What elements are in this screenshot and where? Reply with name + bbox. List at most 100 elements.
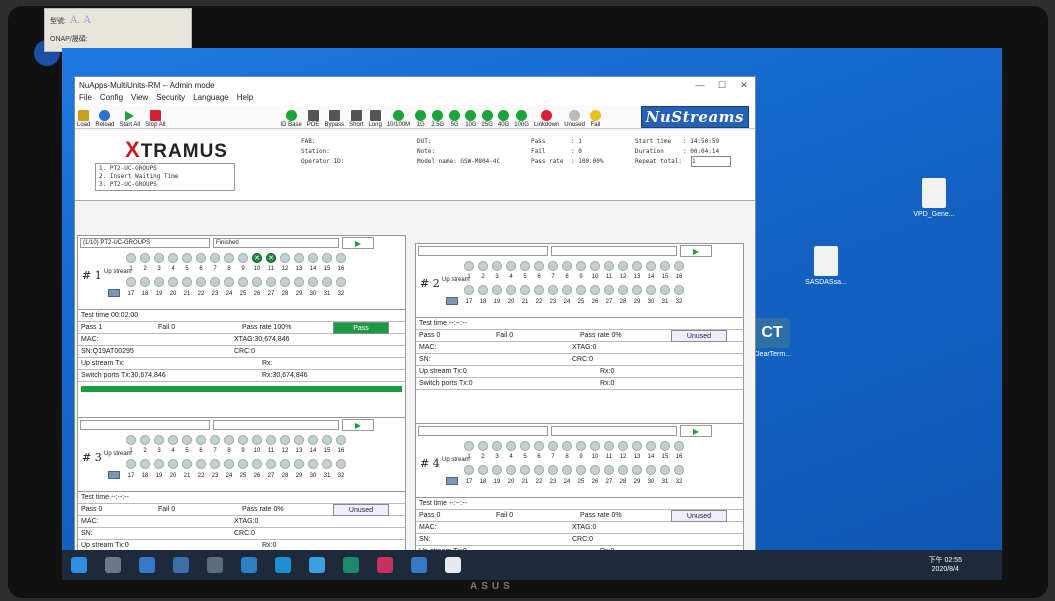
port-status-icon[interactable] bbox=[660, 441, 670, 451]
port-status-icon[interactable] bbox=[548, 465, 558, 475]
port-status-icon[interactable]: ✕ bbox=[252, 253, 262, 263]
port-status-icon[interactable] bbox=[478, 261, 488, 271]
panel-start-button[interactable]: ▶ bbox=[342, 418, 374, 431]
port-status-icon[interactable] bbox=[280, 277, 290, 287]
port-status-icon[interactable] bbox=[548, 261, 558, 271]
port-status-icon[interactable] bbox=[464, 441, 474, 451]
port-status-icon[interactable] bbox=[618, 441, 628, 451]
port-status-icon[interactable] bbox=[238, 435, 248, 445]
port-status-icon[interactable] bbox=[294, 277, 304, 287]
port-status-icon[interactable] bbox=[562, 441, 572, 451]
port-status-icon[interactable] bbox=[210, 253, 220, 263]
port-status-icon[interactable] bbox=[210, 435, 220, 445]
menu-help[interactable]: Help bbox=[237, 93, 253, 105]
port-status-icon[interactable] bbox=[660, 285, 670, 295]
panel-start-button[interactable]: ▶ bbox=[680, 244, 712, 257]
menu-config[interactable]: Config bbox=[100, 93, 123, 105]
port-status-icon[interactable] bbox=[646, 441, 656, 451]
port-status-icon[interactable] bbox=[266, 435, 276, 445]
minimize-button[interactable]: — bbox=[689, 80, 711, 90]
port-status-icon[interactable] bbox=[576, 465, 586, 475]
port-status-icon[interactable] bbox=[182, 435, 192, 445]
port-status-icon[interactable] bbox=[464, 285, 474, 295]
port-status-icon[interactable] bbox=[576, 261, 586, 271]
short-button[interactable]: Short bbox=[349, 110, 363, 128]
port-status-icon[interactable] bbox=[534, 465, 544, 475]
port-status-icon[interactable] bbox=[322, 277, 332, 287]
port-status-icon[interactable] bbox=[646, 261, 656, 271]
desktop-icon-sasdas[interactable]: SASDASsa... bbox=[796, 246, 856, 286]
menu-view[interactable]: View bbox=[131, 93, 148, 105]
task-view-icon[interactable] bbox=[105, 557, 121, 573]
port-status-icon[interactable] bbox=[126, 277, 136, 287]
port-status-icon[interactable] bbox=[562, 261, 572, 271]
port-status-icon[interactable] bbox=[534, 261, 544, 271]
port-status-icon[interactable] bbox=[210, 277, 220, 287]
desktop-icon-vpd[interactable]: VPD_Gene... bbox=[904, 178, 964, 218]
maximize-button[interactable]: ☐ bbox=[711, 80, 733, 91]
reload-button[interactable]: Reload bbox=[95, 110, 114, 128]
port-status-icon[interactable] bbox=[168, 435, 178, 445]
port-status-icon[interactable] bbox=[266, 277, 276, 287]
port-status-icon[interactable] bbox=[618, 261, 628, 271]
port-status-icon[interactable] bbox=[506, 465, 516, 475]
port-status-icon[interactable] bbox=[506, 261, 516, 271]
port-status-icon[interactable] bbox=[336, 253, 346, 263]
port-status-icon[interactable] bbox=[646, 465, 656, 475]
port-status-icon[interactable] bbox=[520, 441, 530, 451]
port-status-icon[interactable] bbox=[576, 285, 586, 295]
panel-start-button[interactable]: ▶ bbox=[342, 236, 374, 249]
port-status-icon[interactable] bbox=[252, 459, 262, 469]
port-status-icon[interactable] bbox=[322, 253, 332, 263]
port-status-icon[interactable] bbox=[308, 277, 318, 287]
app-icon[interactable] bbox=[275, 557, 291, 573]
start-all-button[interactable]: Start All bbox=[119, 111, 140, 128]
port-status-icon[interactable] bbox=[308, 459, 318, 469]
port-status-icon[interactable] bbox=[464, 261, 474, 271]
port-status-icon[interactable] bbox=[478, 285, 488, 295]
id-base-button[interactable]: ID Base bbox=[280, 110, 302, 128]
port-status-icon[interactable] bbox=[576, 441, 586, 451]
app-icon[interactable] bbox=[241, 557, 257, 573]
long-button[interactable]: Long bbox=[368, 110, 382, 128]
port-status-icon[interactable] bbox=[154, 253, 164, 263]
start-icon[interactable] bbox=[71, 557, 87, 573]
menu-file[interactable]: File bbox=[79, 93, 92, 105]
port-status-icon[interactable] bbox=[280, 435, 290, 445]
port-status-icon[interactable] bbox=[618, 465, 628, 475]
port-status-icon[interactable] bbox=[238, 459, 248, 469]
file-explorer-icon[interactable] bbox=[139, 557, 155, 573]
port-status-icon[interactable] bbox=[674, 465, 684, 475]
port-status-icon[interactable] bbox=[182, 253, 192, 263]
port-status-icon[interactable] bbox=[126, 459, 136, 469]
port-status-icon[interactable] bbox=[604, 465, 614, 475]
port-status-icon[interactable] bbox=[196, 253, 206, 263]
port-status-icon[interactable] bbox=[590, 465, 600, 475]
app-icon[interactable] bbox=[411, 557, 427, 573]
port-status-icon[interactable] bbox=[660, 465, 670, 475]
load-button[interactable]: Load bbox=[77, 110, 90, 128]
port-status-icon[interactable] bbox=[534, 441, 544, 451]
port-status-icon[interactable] bbox=[210, 459, 220, 469]
port-status-icon[interactable] bbox=[520, 285, 530, 295]
repeat-total-input[interactable]: 1 bbox=[691, 156, 731, 167]
port-status-icon[interactable] bbox=[294, 435, 304, 445]
app-icon[interactable] bbox=[343, 557, 359, 573]
port-status-icon[interactable] bbox=[604, 441, 614, 451]
port-status-icon[interactable] bbox=[126, 435, 136, 445]
port-status-icon[interactable] bbox=[294, 253, 304, 263]
port-status-icon[interactable] bbox=[322, 435, 332, 445]
port-status-icon[interactable] bbox=[140, 459, 150, 469]
port-status-icon[interactable] bbox=[140, 277, 150, 287]
port-status-icon[interactable] bbox=[520, 261, 530, 271]
port-status-icon[interactable] bbox=[478, 441, 488, 451]
port-status-icon[interactable] bbox=[252, 435, 262, 445]
port-status-icon[interactable] bbox=[590, 441, 600, 451]
port-status-icon[interactable] bbox=[322, 459, 332, 469]
port-status-icon[interactable] bbox=[492, 285, 502, 295]
port-status-icon[interactable] bbox=[224, 277, 234, 287]
port-status-icon[interactable] bbox=[336, 435, 346, 445]
port-status-icon[interactable] bbox=[604, 285, 614, 295]
port-status-icon[interactable] bbox=[632, 465, 642, 475]
port-status-icon[interactable] bbox=[520, 465, 530, 475]
